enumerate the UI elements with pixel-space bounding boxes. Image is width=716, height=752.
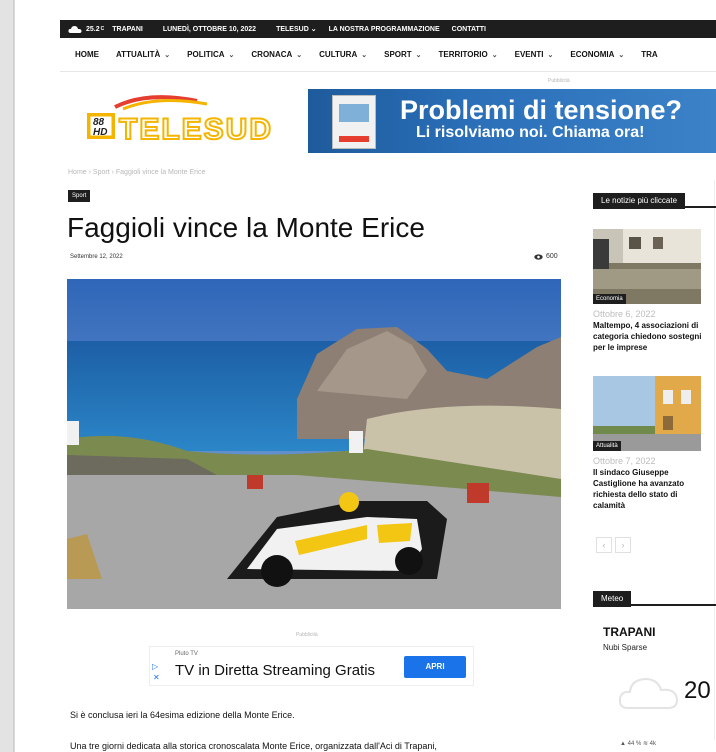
- chevron-down-icon: ⌄: [491, 51, 498, 59]
- chevron-down-icon: ⌄: [618, 51, 625, 59]
- nav-attualita[interactable]: ATTUALITÀ ⌄: [116, 50, 170, 59]
- category-tag[interactable]: Sport: [68, 190, 91, 202]
- news-date: Ottobre 7, 2022: [593, 456, 656, 466]
- weather-unit: C: [100, 26, 105, 32]
- chevron-down-icon: ⌄: [228, 51, 235, 59]
- top-bar: 25.2 C TRAPANI LUNEDÌ, OTTOBRE 10, 2022 …: [60, 20, 716, 38]
- page: 25.2 C TRAPANI LUNEDÌ, OTTOBRE 10, 2022 …: [15, 0, 716, 752]
- stabilizer-image: [332, 95, 376, 149]
- logo-text: TELESUD: [119, 113, 273, 146]
- view-count: 600: [534, 253, 558, 260]
- streaming-ad[interactable]: ▷ ✕ Pluto TV TV in Diretta Streaming Gra…: [149, 646, 474, 686]
- logo-badge-bottom: HD: [93, 127, 107, 138]
- chevron-down-icon: ⌄: [415, 51, 422, 59]
- nav-cultura[interactable]: CULTURA ⌄: [319, 50, 367, 59]
- ad-label: Pubblicità: [296, 632, 318, 638]
- nav-more[interactable]: TRA: [641, 50, 657, 59]
- ad-label: Pubblicità: [548, 78, 570, 84]
- current-date: LUNEDÌ, OTTOBRE 10, 2022: [162, 25, 257, 33]
- top-link-programmazione[interactable]: LA NOSTRA PROGRAMMAZIONE: [329, 26, 440, 33]
- meteo-header: Meteo: [593, 588, 716, 607]
- nav-sport[interactable]: SPORT ⌄: [384, 50, 421, 59]
- banner-headline: Problemi di tensione?: [400, 95, 683, 125]
- next-page-button[interactable]: ›: [615, 537, 631, 553]
- cloud-icon: [68, 25, 82, 33]
- weather-temperature: 20: [684, 677, 711, 704]
- breadcrumb-home[interactable]: Home: [68, 169, 87, 176]
- article-paragraph: Si è conclusa ieri la 64esima edizione d…: [70, 710, 295, 720]
- weather-condition: Nubi Sparse: [603, 643, 648, 652]
- banner-ad[interactable]: Problemi di tensione? Li risolviamo noi.…: [308, 89, 716, 153]
- news-thumbnail[interactable]: Attualità: [593, 376, 701, 451]
- ad-cta-button[interactable]: APRI: [404, 656, 466, 678]
- chevron-down-icon: ⌄: [361, 51, 368, 59]
- popular-news-header: Le notizie più cliccate: [593, 190, 716, 209]
- chevron-down-icon: ⌄: [547, 51, 554, 59]
- nav-economia[interactable]: ECONOMIA ⌄: [570, 50, 624, 59]
- chevron-down-icon: ⌄: [164, 51, 171, 59]
- cloud-icon: [618, 677, 679, 709]
- prev-page-button[interactable]: ‹: [596, 537, 612, 553]
- banner-subline: Li risolviamo noi. Chiama ora!: [416, 124, 645, 141]
- article-date: Settembre 12, 2022: [70, 254, 123, 260]
- eye-icon: [534, 253, 543, 260]
- adchoices-icon[interactable]: ▷: [152, 662, 158, 671]
- weather-details: ▲ 44 % ≋ 4k: [620, 741, 656, 747]
- news-item[interactable]: Economia Ottobre 6, 2022 Maltempo, 4 ass…: [593, 229, 716, 353]
- article-paragraph: Una tre giorni dedicata alla storica cro…: [70, 741, 437, 751]
- main-navigation: HOME ATTUALITÀ ⌄ POLITICA ⌄ CRONACA ⌄ CULTU…: [60, 38, 716, 72]
- news-category-tag[interactable]: Attualità: [593, 441, 621, 451]
- top-link-contatti[interactable]: CONTATTI: [452, 26, 486, 33]
- breadcrumb-current: Faggioli vince la Monte Erice: [115, 169, 206, 176]
- weather-temp: 25.2: [86, 25, 100, 33]
- chevron-down-icon: ⌄: [296, 51, 303, 59]
- telesud-logo-icon: 88 HD TELESUD: [87, 95, 273, 147]
- breadcrumb-sport[interactable]: Sport: [93, 169, 110, 176]
- news-title[interactable]: Il sindaco Giuseppe Castiglione ha avanz…: [593, 467, 711, 511]
- article-title: Faggioli vince la Monte Erice: [67, 212, 425, 243]
- nav-home[interactable]: HOME: [75, 50, 99, 59]
- ad-headline: TV in Diretta Streaming Gratis: [175, 662, 376, 679]
- breadcrumb: Home › Sport › Faggioli vince la Monte E…: [68, 169, 205, 176]
- news-item[interactable]: Attualità Ottobre 7, 2022 Il sindaco Giu…: [593, 376, 716, 511]
- pagination: ‹ ›: [596, 537, 634, 553]
- nav-cronaca[interactable]: CRONACA ⌄: [251, 50, 302, 59]
- nav-territorio[interactable]: TERRITORIO ⌄: [439, 50, 498, 59]
- article-image: [67, 279, 561, 609]
- ad-source: Pluto TV: [175, 651, 198, 657]
- browser-frame: [0, 0, 14, 752]
- close-icon[interactable]: ✕: [153, 673, 160, 682]
- top-link-telesud[interactable]: TELESUD ⌄: [276, 25, 316, 33]
- nav-politica[interactable]: POLITICA ⌄: [187, 50, 234, 59]
- news-category-tag[interactable]: Economia: [593, 294, 626, 304]
- site-logo[interactable]: 88 HD TELESUD: [87, 93, 297, 153]
- nav-eventi[interactable]: EVENTI ⌄: [515, 50, 554, 59]
- news-title[interactable]: Maltempo, 4 associazioni di categoria ch…: [593, 320, 711, 353]
- weather-city: TRAPANI: [603, 625, 656, 639]
- news-thumbnail[interactable]: Economia: [593, 229, 701, 304]
- weather-city: TRAPANI: [112, 25, 143, 33]
- news-date: Ottobre 6, 2022: [593, 309, 656, 319]
